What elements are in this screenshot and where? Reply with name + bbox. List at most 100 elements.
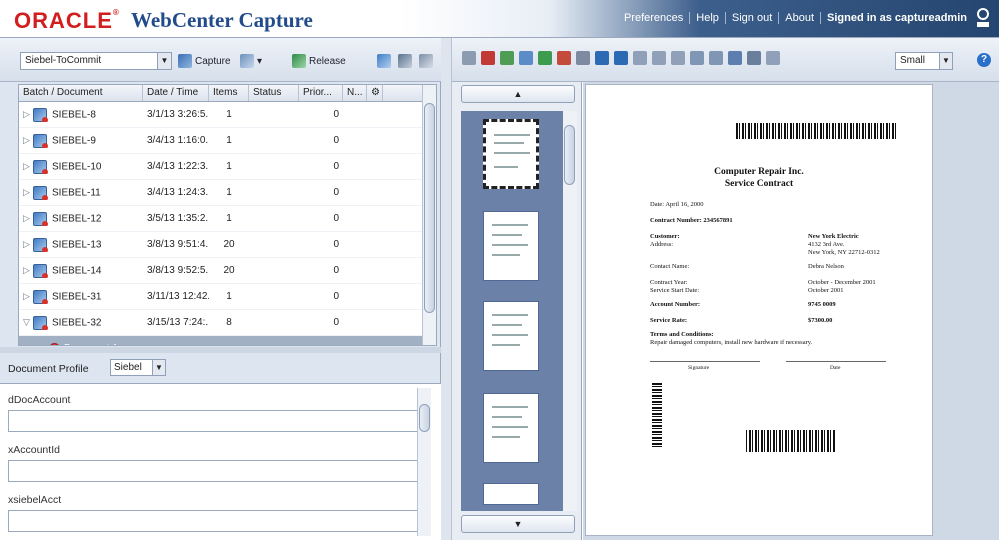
page-thumbnail-selected[interactable] [483,119,539,189]
chevron-down-icon[interactable]: ▼ [939,53,952,69]
rotate-left-icon[interactable] [690,51,704,65]
sign-out-link[interactable]: Sign out [724,12,778,24]
oracle-logo: ORACLE® [14,8,120,33]
zoom-out-icon[interactable] [614,51,628,65]
rotate-right-icon[interactable] [709,51,723,65]
batch-name: SIEBEL-9 [52,135,96,147]
batch-selector[interactable]: Siebel-ToCommit ▼ [20,52,172,70]
collapsed-arrow-icon[interactable]: ▷ [23,213,33,224]
collapsed-arrow-icon[interactable]: ▷ [23,291,33,302]
zoom-in-icon[interactable] [595,51,609,65]
help-icon[interactable]: ? [977,53,991,67]
page-thumbnail[interactable] [483,301,539,371]
thumbnail-size-icon[interactable] [766,51,780,65]
help-link[interactable]: Help [689,12,725,24]
capture-button[interactable]: Capture [178,52,231,70]
table-row[interactable]: ▷ SIEBEL-10 3/4/13 1:22:3... 1 0 [19,154,436,180]
split-icon [398,54,412,68]
vertical-splitter[interactable] [441,38,452,540]
fit-page-icon[interactable] [633,51,647,65]
thumbnail-strip [461,111,577,511]
batch-table: Batch / Document Date / Time Items Statu… [18,84,437,346]
chevron-down-icon[interactable]: ▼ [152,360,165,375]
insert-page-icon[interactable] [519,51,533,65]
annotate-icon[interactable] [728,51,742,65]
previous-page-button[interactable]: ▲ [461,85,575,103]
table-row[interactable]: ▽ SIEBEL-32 3/15/13 7:24:... 8 0 [19,310,436,336]
profile-select[interactable]: Siebel ▼ [110,359,166,376]
collapsed-arrow-icon[interactable]: ▷ [23,109,33,120]
print-icon[interactable] [747,51,761,65]
table-row[interactable]: ▷ SIEBEL-9 3/4/13 1:16:0... 1 0 [19,128,436,154]
add-page-icon[interactable] [500,51,514,65]
chevron-down-icon: ▾ [257,55,263,67]
table-row[interactable]: ▷ SIEBEL-31 3/11/13 12:42... 1 0 [19,284,436,310]
batch-name: SIEBEL-14 [52,265,102,277]
delete-page-icon[interactable] [481,51,495,65]
thumbnail-size-select[interactable]: Small ▼ [895,52,953,70]
batch-priority: 0 [333,291,339,302]
date-label: Date [830,365,841,371]
page-icon[interactable] [462,51,476,65]
column-header[interactable]: Status [249,85,299,101]
document-row[interactable]: Document 1 [19,336,436,345]
move-page-icon[interactable] [538,51,552,65]
table-scrollbar[interactable] [422,85,436,345]
expanded-arrow-icon[interactable]: ▽ [23,317,33,328]
page-thumbnail[interactable] [483,483,539,505]
collapsed-arrow-icon[interactable]: ▷ [23,135,33,146]
batch-items: 1 [226,291,232,302]
fit-width-icon[interactable] [671,51,685,65]
ddocaccount-field[interactable] [8,410,418,432]
chevron-down-icon[interactable]: ▼ [157,53,171,69]
collapsed-arrow-icon[interactable]: ▷ [23,161,33,172]
scan-menu-button[interactable]: ▾ [240,52,262,70]
collapsed-arrow-icon[interactable]: ▷ [23,239,33,250]
column-header[interactable]: Date / Time [143,85,209,101]
document-viewer[interactable]: Computer Repair Inc. Service Contract Da… [583,82,999,540]
scroll-thumb[interactable] [424,103,435,313]
batch-icon [33,159,48,174]
column-header[interactable]: Items [209,85,249,101]
split-page-icon[interactable] [576,51,590,65]
about-link[interactable]: About [778,12,820,24]
viewer-toolbar: Small ▼ ? [452,38,999,82]
column-header[interactable]: Prior... [299,85,343,101]
column-header[interactable]: N... [343,85,367,101]
fields-scrollbar[interactable] [417,388,431,536]
collapsed-arrow-icon[interactable]: ▷ [23,265,33,276]
release-button[interactable]: Release [292,52,346,70]
user-icon[interactable] [975,7,991,31]
batch-priority: 0 [333,187,339,198]
split-batch-button[interactable] [398,52,412,70]
table-row[interactable]: ▷ SIEBEL-8 3/1/13 3:26:5... 1 0 [19,102,436,128]
delete-batch-button[interactable] [419,52,433,70]
table-row[interactable]: ▷ SIEBEL-14 3/8/13 9:52:5... 20 0 [19,258,436,284]
table-row[interactable]: ▷ SIEBEL-11 3/4/13 1:24:3... 1 0 [19,180,436,206]
preferences-link[interactable]: Preferences [618,12,689,24]
column-chooser-icon[interactable]: ⚙ [367,85,383,101]
table-row[interactable]: ▷ SIEBEL-12 3/5/13 1:35:2... 1 0 [19,206,436,232]
xsiebelacct-field[interactable] [8,510,418,532]
rate-label: Service Rate: [650,317,687,324]
remove-page-icon[interactable] [557,51,571,65]
fit-height-icon[interactable] [652,51,666,65]
page-thumbnail[interactable] [483,211,539,281]
document-company: Computer Repair Inc. [714,167,804,177]
scroll-thumb[interactable] [419,404,430,432]
save-batch-button[interactable] [377,52,391,70]
collapsed-arrow-icon[interactable]: ▷ [23,187,33,198]
next-page-button[interactable]: ▼ [461,515,575,533]
batch-icon [33,315,48,330]
scroll-thumb[interactable] [564,125,575,185]
horizontal-splitter[interactable] [0,347,441,353]
batch-priority: 0 [333,213,339,224]
thumbnail-scrollbar[interactable] [563,111,577,511]
bottom-barcode-image [746,430,836,452]
page-thumbnail[interactable] [483,393,539,463]
table-row[interactable]: ▷ SIEBEL-13 3/8/13 9:51:4... 20 0 [19,232,436,258]
column-header[interactable]: Batch / Document [19,85,143,101]
batch-items: 20 [223,239,235,250]
xaccountid-field[interactable] [8,460,418,482]
address-line-1: 4132 3rd Ave. [808,241,845,248]
